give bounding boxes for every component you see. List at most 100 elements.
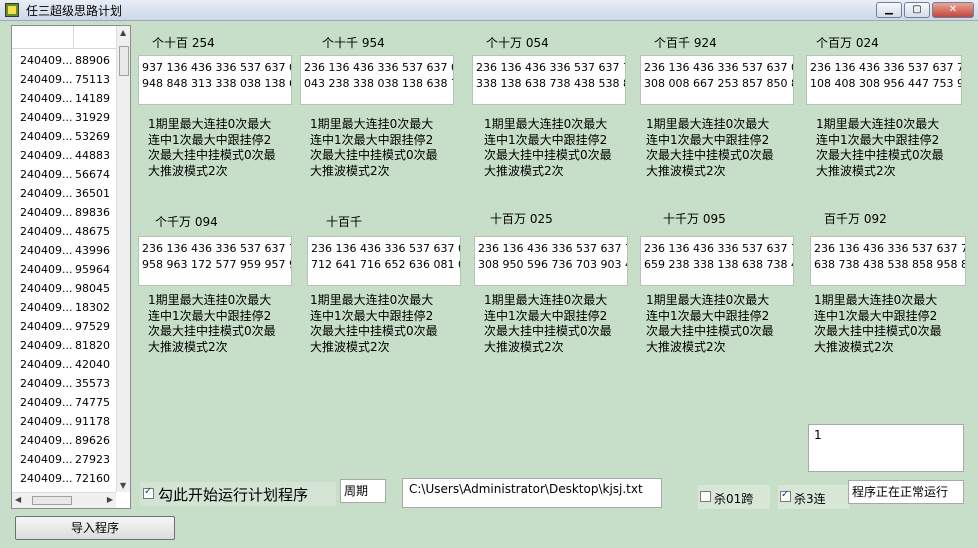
plan-title: 个百万 024 bbox=[816, 36, 879, 50]
maximize-button[interactable]: ▢ bbox=[904, 2, 930, 18]
issue-cell: 240409... bbox=[20, 339, 73, 352]
list-item[interactable]: 240409... 98045 bbox=[12, 279, 116, 298]
list-item[interactable]: 240409... 81820 bbox=[12, 336, 116, 355]
title-bar: 任三超级思路计划 ▁ ▢ ✕ bbox=[0, 0, 978, 21]
issue-cell: 240409... bbox=[20, 111, 73, 124]
number-cell: 88906 bbox=[75, 54, 110, 67]
list-item[interactable]: 240409... 89626 bbox=[12, 431, 116, 450]
file-path-field[interactable]: C:\Users\Administrator\Desktop\kjsj.txt bbox=[402, 478, 662, 508]
issue-cell: 240409... bbox=[20, 187, 73, 200]
plan-stats: 1期里最大连挂0次最大连中1次最大中跟挂停2次最大挂中挂模式0次最大推波模式2次 bbox=[148, 293, 276, 354]
issue-cell: 240409... bbox=[20, 244, 73, 257]
list-item[interactable]: 240409... 44883 bbox=[12, 146, 116, 165]
start-plan-toggle[interactable]: 勾此开始运行计划程序 bbox=[140, 482, 336, 506]
number-cell: 53269 bbox=[75, 130, 110, 143]
import-button[interactable]: 导入程序 bbox=[15, 516, 175, 540]
list-item[interactable]: 240409... 42040 bbox=[12, 355, 116, 374]
number-cell: 81820 bbox=[75, 339, 110, 352]
plan-stats: 1期里最大连挂0次最大连中1次最大中跟挂停2次最大挂中挂模式0次最大推波模式2次 bbox=[148, 117, 276, 178]
scroll-down-icon[interactable]: ▼ bbox=[120, 481, 126, 490]
number-cell: 44883 bbox=[75, 149, 110, 162]
list-item[interactable]: 240409... 35573 bbox=[12, 374, 116, 393]
plan-numbers-field[interactable]: 236 136 436 336 537 637 737 338 138 638 … bbox=[472, 55, 626, 105]
list-item[interactable]: 240409... 48675 bbox=[12, 222, 116, 241]
plan-numbers-field[interactable]: 236 136 436 336 537 637 737 659 238 338 … bbox=[640, 236, 794, 286]
start-checkbox[interactable] bbox=[143, 486, 154, 499]
number-cell: 43996 bbox=[75, 244, 110, 257]
plan-numbers-field[interactable]: 236 136 436 336 537 637 036 043 238 338 … bbox=[300, 55, 454, 105]
window-title: 任三超级思路计划 bbox=[26, 4, 123, 18]
list-item[interactable]: 240409... 74775 bbox=[12, 393, 116, 412]
app-icon bbox=[5, 3, 19, 17]
number-cell: 14189 bbox=[75, 92, 110, 105]
list-item[interactable]: 240409... 56674 bbox=[12, 165, 116, 184]
scroll-up-icon[interactable]: ▲ bbox=[120, 28, 126, 37]
plan-stats: 1期里最大连挂0次最大连中1次最大中跟挂停2次最大挂中挂模式0次最大推波模式2次 bbox=[310, 293, 438, 354]
close-button[interactable]: ✕ bbox=[932, 2, 974, 18]
issue-cell: 240409... bbox=[20, 73, 73, 86]
number-cell: 89836 bbox=[75, 206, 110, 219]
plan-title: 个十万 054 bbox=[486, 36, 549, 50]
minimize-button[interactable]: ▁ bbox=[876, 2, 902, 18]
plan-numbers-field[interactable]: 236 136 436 336 537 637 737 108 408 308 … bbox=[806, 55, 962, 105]
list-item[interactable]: 240409... 89836 bbox=[12, 203, 116, 222]
plan-numbers-field[interactable]: 236 136 436 336 537 637 036 712 641 716 … bbox=[307, 236, 461, 286]
scroll-thumb[interactable] bbox=[119, 46, 129, 76]
number-cell: 27923 bbox=[75, 453, 110, 466]
list-item[interactable]: 240409... 18302 bbox=[12, 298, 116, 317]
plan-numbers-field[interactable]: 236 136 436 336 537 637 737 638 738 438 … bbox=[810, 236, 966, 286]
list-header[interactable] bbox=[12, 26, 116, 49]
issue-cell: 240409... bbox=[20, 130, 73, 143]
issue-cell: 240409... bbox=[20, 358, 73, 371]
list-item[interactable]: 240409... 27923 bbox=[12, 450, 116, 469]
list-item[interactable]: 240409... 14189 bbox=[12, 89, 116, 108]
list-item[interactable]: 240409... 75113 bbox=[12, 70, 116, 89]
draw-history-list[interactable]: 240409... 88906 240409... 75113 240409... 141… bbox=[11, 25, 131, 509]
horizontal-scrollbar[interactable]: ◀ ▶ bbox=[12, 492, 116, 508]
issue-cell: 240409... bbox=[20, 149, 73, 162]
number-cell: 36501 bbox=[75, 187, 110, 200]
list-item[interactable]: 240409... 36501 bbox=[12, 184, 116, 203]
status-field: 程序正在正常运行 bbox=[848, 480, 964, 504]
issue-cell: 240409... bbox=[20, 472, 73, 485]
plan-stats: 1期里最大连挂0次最大连中1次最大中跟挂停2次最大挂中挂模式0次最大推波模式2次 bbox=[814, 293, 942, 354]
plan-stats: 1期里最大连挂0次最大连中1次最大中跟挂停2次最大挂中挂模式0次最大推波模式2次 bbox=[484, 117, 612, 178]
list-item[interactable]: 240409... 43996 bbox=[12, 241, 116, 260]
scroll-right-icon[interactable]: ▶ bbox=[107, 495, 113, 504]
list-item[interactable]: 240409... 72160 bbox=[12, 469, 116, 488]
start-label: 勾此开始运行计划程序 bbox=[158, 486, 309, 504]
plan-numbers-field[interactable]: 236 136 436 336 537 637 737 958 963 172 … bbox=[138, 236, 292, 286]
issue-cell: 240409... bbox=[20, 415, 73, 428]
number-cell: 31929 bbox=[75, 111, 110, 124]
vertical-scrollbar[interactable]: ▲ ▼ bbox=[116, 26, 130, 492]
log-output[interactable]: 1 bbox=[808, 424, 964, 472]
number-cell: 56674 bbox=[75, 168, 110, 181]
list-item[interactable]: 240409... 53269 bbox=[12, 127, 116, 146]
kill3-checkbox[interactable] bbox=[780, 489, 791, 502]
list-item[interactable]: 240409... 97529 bbox=[12, 317, 116, 336]
scroll-left-icon[interactable]: ◀ bbox=[15, 495, 21, 504]
issue-cell: 240409... bbox=[20, 320, 73, 333]
list-item[interactable]: 240409... 88906 bbox=[12, 51, 116, 70]
kill01-label: 杀01跨 bbox=[714, 492, 754, 506]
period-field[interactable]: 周期 bbox=[340, 479, 386, 503]
plan-stats: 1期里最大连挂0次最大连中1次最大中跟挂停2次最大挂中挂模式0次最大推波模式2次 bbox=[816, 117, 944, 178]
kill01-checkbox[interactable] bbox=[700, 491, 711, 502]
kill3-label: 杀3连 bbox=[794, 492, 826, 506]
list-item[interactable]: 240409... 95964 bbox=[12, 260, 116, 279]
list-item[interactable]: 240409... 31929 bbox=[12, 108, 116, 127]
kill3-option[interactable]: 杀3连 bbox=[778, 485, 850, 509]
plan-numbers-field[interactable]: 236 136 436 336 537 637 036 308 008 667 … bbox=[640, 55, 794, 105]
hscroll-thumb[interactable] bbox=[32, 496, 72, 505]
plan-title: 十百万 025 bbox=[490, 212, 553, 226]
number-cell: 91178 bbox=[75, 415, 110, 428]
issue-cell: 240409... bbox=[20, 206, 73, 219]
plan-numbers-field[interactable]: 937 136 436 336 537 637 036 948 848 313 … bbox=[138, 55, 292, 105]
plan-title: 个百千 924 bbox=[654, 36, 717, 50]
list-rows: 240409... 88906 240409... 75113 240409... 141… bbox=[12, 51, 116, 488]
issue-cell: 240409... bbox=[20, 92, 73, 105]
issue-cell: 240409... bbox=[20, 168, 73, 181]
kill01-option[interactable]: 杀01跨 bbox=[698, 485, 770, 509]
list-item[interactable]: 240409... 91178 bbox=[12, 412, 116, 431]
plan-numbers-field[interactable]: 236 136 436 336 537 637 737 308 950 596 … bbox=[474, 236, 628, 286]
